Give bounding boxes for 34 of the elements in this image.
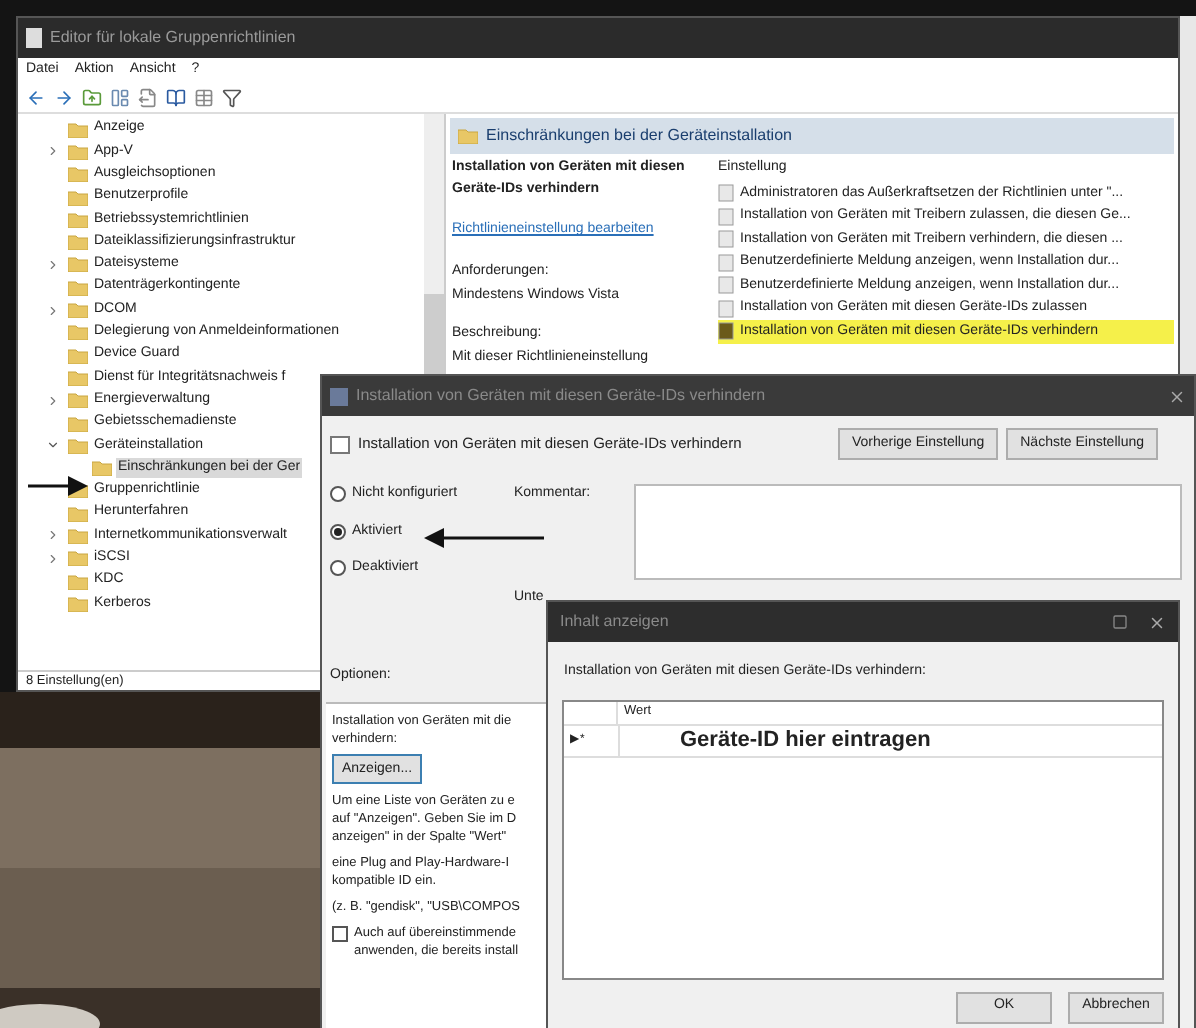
expand-icon[interactable] bbox=[46, 257, 60, 272]
radio-button[interactable] bbox=[330, 523, 346, 540]
panel-icon[interactable] bbox=[110, 87, 130, 107]
close-icon[interactable] bbox=[1168, 387, 1186, 405]
app-icon bbox=[330, 387, 348, 405]
back-icon[interactable] bbox=[26, 87, 46, 107]
pane-title: Einschränkungen bei der Geräteinstallation bbox=[486, 124, 792, 148]
expand-icon[interactable] bbox=[46, 144, 60, 159]
radio-button[interactable] bbox=[330, 486, 346, 503]
folder-icon bbox=[458, 128, 478, 144]
folder-up-icon[interactable] bbox=[82, 87, 102, 107]
close-icon[interactable] bbox=[1148, 613, 1166, 631]
dialog-title: Inhalt anzeigen bbox=[560, 610, 671, 634]
expand-icon[interactable] bbox=[46, 528, 60, 543]
radio-button[interactable] bbox=[330, 560, 346, 577]
table-icon[interactable] bbox=[194, 87, 214, 107]
window-title: Editor für lokale Gruppenrichtlinien bbox=[50, 26, 296, 50]
policy-icon bbox=[330, 435, 350, 453]
expand-icon[interactable] bbox=[46, 551, 60, 566]
forward-icon[interactable] bbox=[54, 87, 74, 107]
export-icon[interactable] bbox=[138, 87, 158, 107]
checkbox[interactable] bbox=[332, 926, 348, 942]
value-cell[interactable]: Geräte-ID hier eintragen bbox=[618, 725, 1162, 755]
expand-icon[interactable] bbox=[46, 303, 60, 318]
collapse-icon[interactable] bbox=[46, 438, 60, 453]
annotation-arrow bbox=[28, 476, 88, 496]
dialog-title: Installation von Geräten mit diesen Geräte-IDs verhindern bbox=[356, 384, 768, 408]
expand-icon[interactable] bbox=[46, 393, 60, 408]
filter-icon[interactable] bbox=[222, 87, 242, 107]
annotation-arrow bbox=[424, 528, 544, 548]
maximize-icon[interactable] bbox=[1112, 614, 1128, 630]
app-icon bbox=[26, 28, 42, 48]
help-icon[interactable] bbox=[166, 87, 186, 107]
comment-field[interactable] bbox=[634, 484, 1182, 580]
